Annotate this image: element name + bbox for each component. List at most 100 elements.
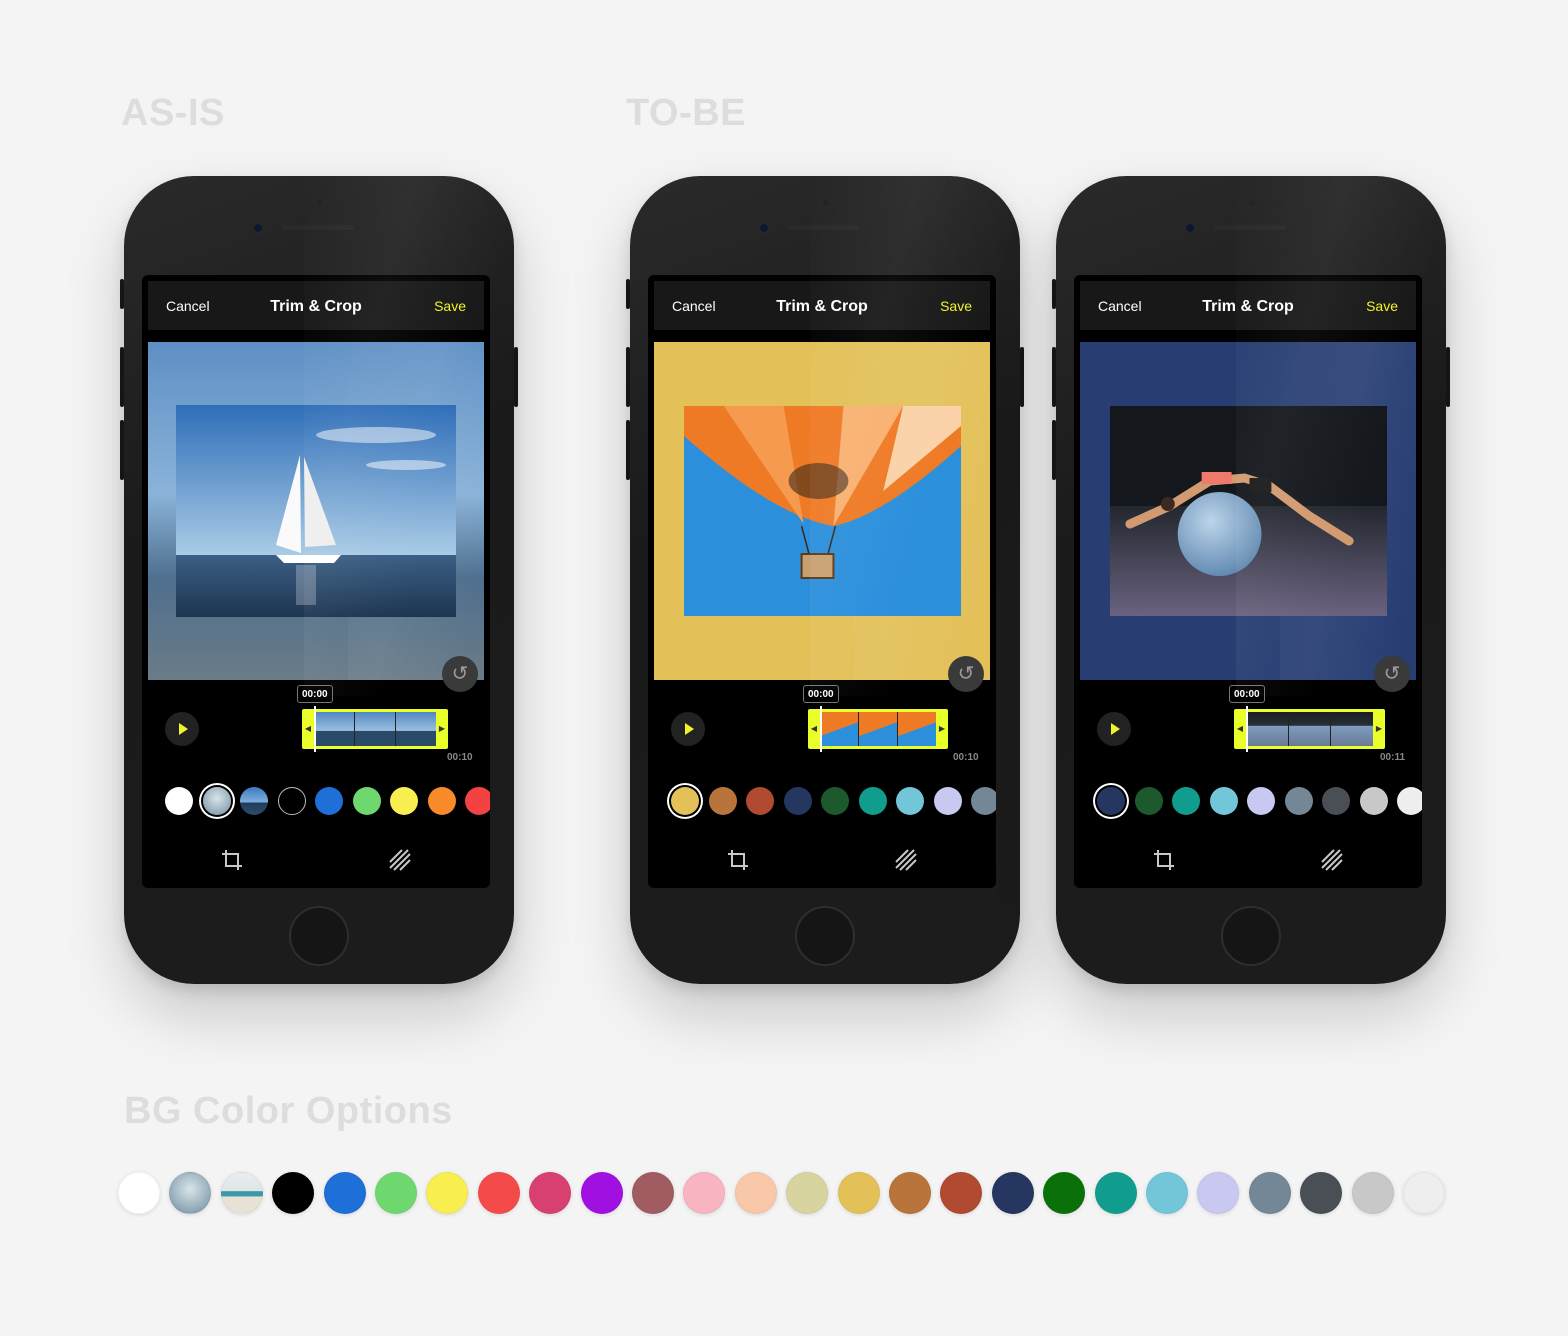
cancel-button[interactable]: Cancel — [672, 281, 716, 332]
playhead[interactable] — [1246, 706, 1248, 752]
color-swatch[interactable] — [427, 787, 456, 815]
palette-color-swatch[interactable] — [632, 1172, 674, 1214]
trim-handle-right[interactable]: ▶ — [436, 709, 448, 749]
palette-color-swatch[interactable] — [1351, 1172, 1394, 1214]
color-swatch[interactable] — [1284, 787, 1313, 815]
home-button[interactable] — [289, 906, 349, 966]
color-swatch[interactable] — [783, 787, 812, 815]
color-swatch[interactable] — [240, 787, 268, 815]
video-frame[interactable] — [1110, 406, 1387, 616]
color-swatch[interactable] — [390, 787, 418, 815]
palette-color-swatch[interactable] — [1248, 1172, 1291, 1214]
to-be-label: TO-BE — [626, 92, 747, 134]
palette-color-swatch[interactable] — [118, 1172, 160, 1214]
speaker-grille — [1214, 225, 1286, 230]
palette-color-swatch[interactable] — [786, 1172, 829, 1214]
trim-strip[interactable]: ◀ ▶ — [1234, 706, 1385, 752]
color-swatch[interactable] — [277, 787, 306, 815]
color-swatch[interactable] — [1397, 787, 1422, 815]
save-button[interactable]: Save — [1366, 281, 1398, 332]
bg-color-palette — [118, 1172, 1458, 1218]
color-swatch[interactable] — [933, 787, 962, 815]
palette-color-swatch[interactable] — [991, 1172, 1034, 1214]
color-swatch[interactable] — [1247, 787, 1275, 815]
trim-strip[interactable]: ◀ ▶ — [808, 706, 948, 752]
undo-icon[interactable]: ↺ — [442, 656, 478, 692]
color-swatch[interactable] — [1322, 787, 1350, 815]
playhead[interactable] — [314, 706, 316, 752]
play-icon[interactable] — [165, 712, 199, 746]
palette-color-swatch[interactable] — [375, 1172, 417, 1214]
color-swatch[interactable] — [746, 787, 774, 815]
undo-icon[interactable]: ↺ — [948, 656, 984, 692]
home-button[interactable] — [795, 906, 855, 966]
color-swatch[interactable] — [1359, 787, 1388, 815]
palette-color-swatch[interactable] — [529, 1172, 572, 1214]
as-is-label: AS-IS — [121, 92, 225, 134]
palette-color-swatch[interactable] — [477, 1172, 520, 1214]
video-canvas[interactable] — [1080, 342, 1416, 680]
home-button[interactable] — [1221, 906, 1281, 966]
cancel-button[interactable]: Cancel — [1098, 281, 1142, 332]
phone-mockup-2: Trim & Crop Cancel Save ↺ 00:00 ◀ ▶ 00:10 — [626, 176, 1040, 984]
color-swatch[interactable] — [1172, 787, 1200, 815]
color-swatch[interactable] — [896, 787, 924, 815]
cancel-button[interactable]: Cancel — [166, 281, 210, 332]
palette-color-swatch[interactable] — [169, 1172, 212, 1214]
palette-color-swatch[interactable] — [220, 1172, 263, 1214]
crop-icon[interactable] — [726, 848, 750, 872]
trim-strip[interactable]: ◀ ▶ — [302, 706, 448, 752]
palette-color-swatch[interactable] — [323, 1172, 366, 1214]
trim-handle-left[interactable]: ◀ — [808, 709, 820, 749]
playhead[interactable] — [820, 706, 822, 752]
undo-icon[interactable]: ↺ — [1374, 656, 1410, 692]
color-swatch[interactable] — [202, 787, 231, 815]
color-swatch[interactable] — [315, 787, 343, 815]
color-swatch[interactable] — [671, 787, 699, 815]
hatch-pattern-icon[interactable] — [894, 848, 918, 872]
color-swatch[interactable] — [1097, 787, 1125, 815]
color-swatch[interactable] — [821, 787, 849, 815]
palette-color-swatch[interactable] — [580, 1172, 623, 1214]
nav-bar: Trim & Crop Cancel Save — [148, 281, 484, 330]
hatch-pattern-icon[interactable] — [388, 848, 412, 872]
color-swatch[interactable] — [1134, 787, 1163, 815]
trim-handle-right[interactable]: ▶ — [936, 709, 948, 749]
play-icon[interactable] — [671, 712, 705, 746]
video-canvas[interactable] — [148, 342, 484, 680]
color-swatch[interactable] — [165, 787, 193, 815]
color-swatch[interactable] — [708, 787, 737, 815]
palette-color-swatch[interactable] — [734, 1172, 777, 1214]
hatch-pattern-icon[interactable] — [1320, 848, 1344, 872]
save-button[interactable]: Save — [940, 281, 972, 332]
palette-color-swatch[interactable] — [1197, 1172, 1240, 1214]
color-swatch[interactable] — [352, 787, 381, 815]
trim-handle-left[interactable]: ◀ — [302, 709, 314, 749]
color-swatch[interactable] — [858, 787, 887, 815]
video-frame[interactable] — [684, 406, 961, 616]
palette-color-swatch[interactable] — [1094, 1172, 1137, 1214]
video-canvas[interactable] — [654, 342, 990, 680]
palette-color-swatch[interactable] — [683, 1172, 726, 1214]
palette-color-swatch[interactable] — [889, 1172, 931, 1214]
color-swatch[interactable] — [1209, 787, 1238, 815]
crop-icon[interactable] — [220, 848, 244, 872]
trim-handle-left[interactable]: ◀ — [1234, 709, 1246, 749]
save-button[interactable]: Save — [434, 281, 466, 332]
color-swatch[interactable] — [465, 787, 490, 815]
crop-icon[interactable] — [1152, 848, 1176, 872]
palette-color-swatch[interactable] — [837, 1172, 880, 1214]
color-swatch[interactable] — [971, 787, 996, 815]
video-frame[interactable] — [176, 405, 456, 617]
play-icon[interactable] — [1097, 712, 1131, 746]
side-button — [1020, 347, 1024, 407]
palette-color-swatch[interactable] — [272, 1172, 315, 1214]
palette-color-swatch[interactable] — [1146, 1172, 1188, 1214]
palette-color-swatch[interactable] — [1403, 1172, 1445, 1214]
trim-end-time: 00:10 — [953, 752, 979, 763]
palette-color-swatch[interactable] — [940, 1172, 983, 1214]
palette-color-swatch[interactable] — [1300, 1172, 1343, 1214]
palette-color-swatch[interactable] — [1043, 1172, 1086, 1214]
palette-color-swatch[interactable] — [426, 1172, 469, 1214]
trim-handle-right[interactable]: ▶ — [1373, 709, 1385, 749]
